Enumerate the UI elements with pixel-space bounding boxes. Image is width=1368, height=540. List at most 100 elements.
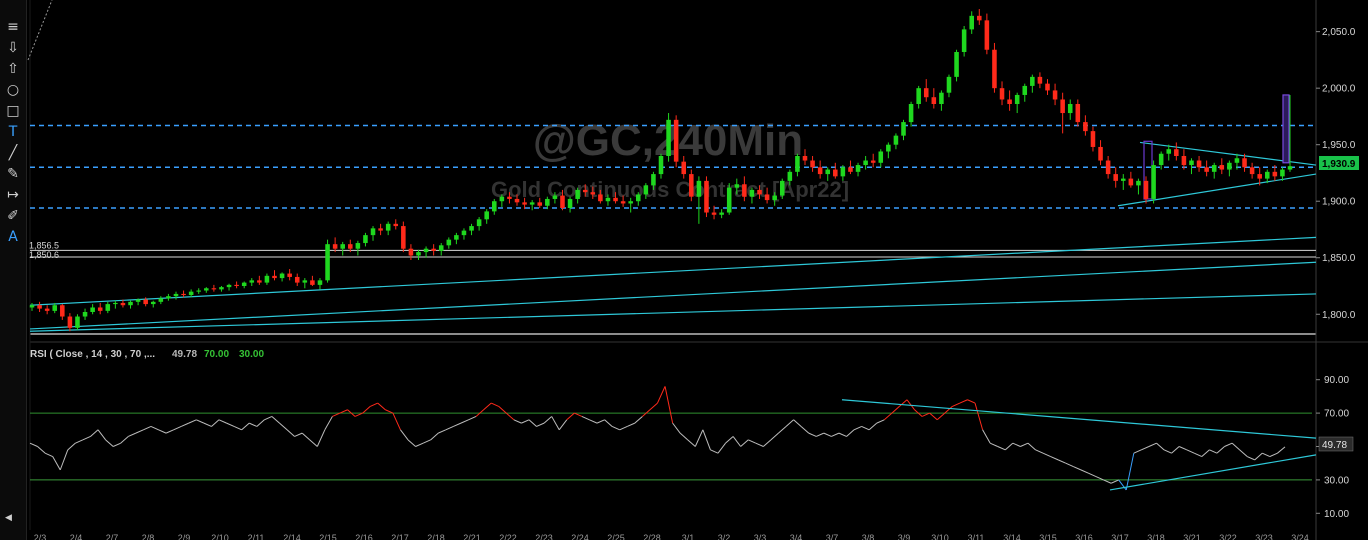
- candle: [355, 240, 361, 256]
- rsi-segment: [377, 402, 386, 411]
- candle: [325, 239, 330, 283]
- candle-body: [1196, 160, 1202, 168]
- rsi-segment: [740, 439, 749, 447]
- candle-body: [75, 316, 80, 328]
- candle: [908, 101, 914, 127]
- candle-body: [1136, 180, 1141, 186]
- candle-body: [150, 301, 156, 305]
- candle-body: [401, 226, 406, 249]
- time-tick-label: 3/18: [1147, 533, 1165, 540]
- rsi-segment: [294, 432, 303, 437]
- candle: [704, 176, 709, 218]
- time-tick-label: 2/11: [248, 533, 265, 540]
- candle: [893, 133, 899, 150]
- rsi-segment: [566, 412, 575, 421]
- candle-body: [181, 293, 186, 296]
- rsi-segment: [82, 436, 91, 441]
- candle: [454, 232, 459, 245]
- candle-body: [954, 52, 959, 77]
- rsi-segment: [581, 415, 590, 421]
- price-chart[interactable]: @GC,240Min Gold Continuous Contract [Apr…: [0, 0, 1368, 540]
- candle-body: [560, 195, 565, 208]
- candle-body: [461, 230, 467, 236]
- rsi-tick-label: 70.00: [1324, 409, 1349, 420]
- candle-body: [499, 196, 505, 202]
- candle: [340, 241, 345, 256]
- candle: [795, 153, 800, 177]
- candle: [431, 244, 436, 256]
- rsi-segment: [67, 442, 76, 451]
- candle: [1014, 92, 1020, 114]
- candle-body: [29, 305, 35, 308]
- rsi-segment: [1065, 462, 1074, 467]
- candle-body: [1158, 153, 1164, 166]
- rsi-segment: [407, 439, 416, 447]
- candle: [1030, 74, 1035, 93]
- time-tick-label: 3/2: [718, 533, 731, 540]
- time-tick-label: 2/17: [391, 533, 409, 540]
- candle-body: [886, 144, 891, 152]
- rsi-segment: [551, 416, 560, 431]
- rsi-segment: [143, 426, 152, 431]
- candle-body: [1257, 174, 1262, 179]
- rsi-segment: [657, 386, 666, 404]
- rsi-segment: [543, 416, 552, 424]
- rsi-segment: [853, 426, 862, 431]
- candle-body: [302, 280, 308, 283]
- rsi-overbought-value: 70.00: [204, 349, 229, 360]
- candle-body: [878, 151, 884, 163]
- time-tick-label: 3/10: [931, 533, 949, 540]
- candle: [67, 313, 73, 332]
- rsi-segment: [1209, 449, 1218, 454]
- rsi-segment: [982, 429, 991, 444]
- rsi-segment: [1269, 452, 1278, 457]
- candle: [1151, 160, 1156, 204]
- rsi-segment: [120, 436, 129, 444]
- candle-body: [90, 307, 95, 312]
- candle-body: [378, 228, 383, 231]
- rsi-segment: [370, 402, 378, 407]
- time-tick-label: 2/10: [211, 533, 229, 540]
- rsi-segment: [445, 426, 454, 431]
- candle: [1204, 160, 1209, 177]
- candle-body: [1113, 174, 1118, 181]
- candle-body: [1181, 156, 1187, 166]
- rsi-segment: [309, 439, 318, 447]
- rsi-segment: [574, 412, 583, 417]
- candle: [833, 162, 838, 179]
- rsi-segment: [513, 419, 522, 424]
- rsi-segment: [596, 419, 605, 424]
- rsi-segment: [664, 386, 674, 424]
- rsi-segment: [505, 412, 515, 421]
- candle: [1211, 162, 1217, 179]
- rsi-segment: [490, 402, 499, 407]
- rsi-segment: [97, 429, 107, 441]
- rsi-segment: [279, 422, 288, 431]
- candle-body: [317, 280, 323, 285]
- time-tick-label: 2/18: [427, 533, 445, 540]
- candle: [1098, 140, 1103, 166]
- candle-body: [507, 196, 512, 199]
- scroll-left-icon: ◀: [5, 512, 12, 522]
- candles: [29, 9, 1293, 332]
- rsi-tick-label: 90.00: [1324, 375, 1349, 386]
- candle: [567, 196, 573, 213]
- candle-body: [454, 235, 459, 240]
- candle: [219, 286, 224, 292]
- candle: [279, 272, 285, 282]
- rsi-segment: [354, 412, 363, 417]
- candle-body: [105, 304, 111, 311]
- candle-body: [1234, 158, 1240, 163]
- candle: [931, 88, 937, 109]
- rsi-segment: [1216, 446, 1225, 454]
- candle-body: [931, 97, 937, 104]
- dotted-drawing-line: [27, 0, 53, 61]
- rsi-segment: [37, 446, 46, 454]
- rsi-segment: [891, 406, 900, 414]
- candle-body: [1105, 160, 1111, 175]
- rsi-segment: [997, 446, 1006, 451]
- candle-body: [113, 302, 118, 305]
- candle-body: [340, 244, 345, 249]
- rsi-segment: [1095, 476, 1104, 481]
- rsi-segment: [989, 442, 998, 447]
